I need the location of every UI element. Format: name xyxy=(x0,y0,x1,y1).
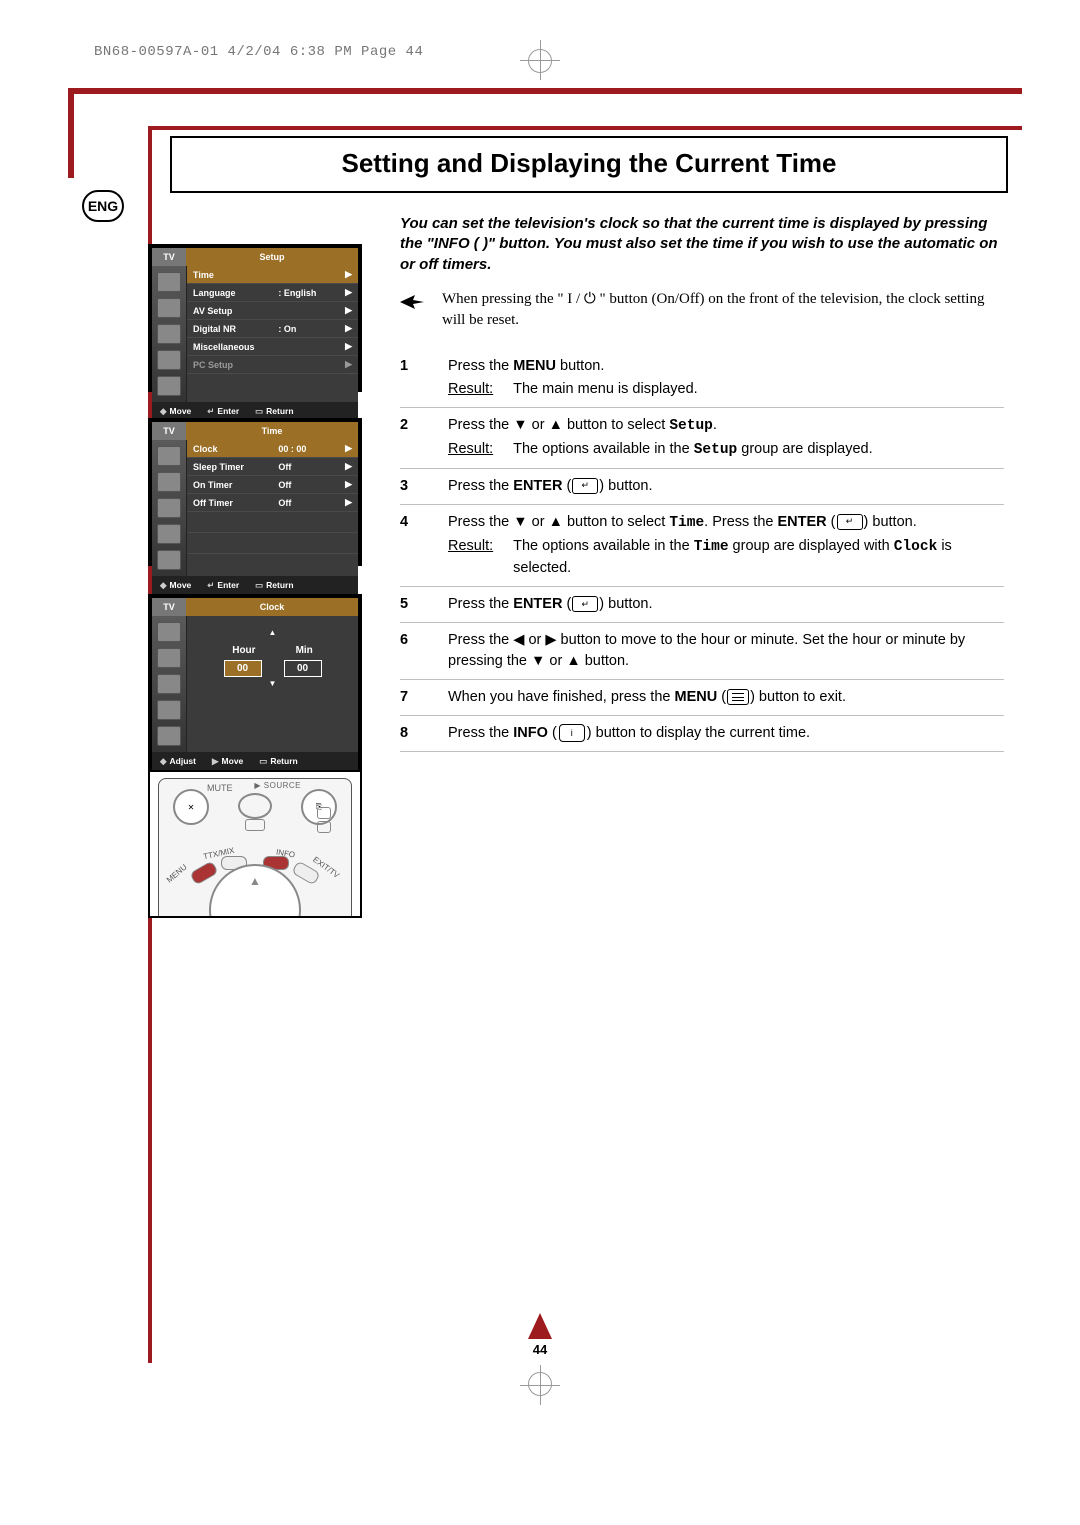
step-row: 5 Press the ENTER (↵) button. xyxy=(400,587,1004,623)
accent-border-left xyxy=(68,88,74,178)
osd-setup-list: Time▶ Language: English▶ AV Setup▶ Digit… xyxy=(187,266,358,402)
accent-inner-top xyxy=(148,126,1022,130)
clock-min-label: Min xyxy=(296,645,313,656)
step-row: 4 Press the ▼ or ▲ button to select Time… xyxy=(400,505,1004,587)
remote-mid-button xyxy=(238,793,272,819)
osd-time-screenshot: TV Time Clock00 : 00▶ Sleep TimerOff▶ On… xyxy=(148,418,362,566)
osd-hint-move: Move xyxy=(160,406,191,417)
clock-hour-value: 00 xyxy=(224,660,262,677)
crop-target-top xyxy=(528,49,552,73)
remote-menu-label: MENU xyxy=(165,862,189,884)
info-icon: i xyxy=(559,724,585,742)
osd-category-icons xyxy=(152,266,187,402)
enter-icon: ↵ xyxy=(837,514,863,530)
osd-tab-tv: TV xyxy=(152,598,186,616)
step-row: 2 Press the ▼ or ▲ button to select Setu… xyxy=(400,408,1004,469)
osd-tab-tv: TV xyxy=(152,422,186,440)
remote-dpad xyxy=(209,864,301,918)
accent-border-top xyxy=(68,88,1022,94)
remote-mute-label: MUTE xyxy=(207,783,233,793)
language-badge: ENG xyxy=(82,190,124,222)
clock-hour-label: Hour xyxy=(232,645,255,656)
page-number: 44 xyxy=(533,1342,547,1357)
osd-hint-move: Move xyxy=(212,756,243,767)
page-continue-arrow-icon xyxy=(528,1313,552,1339)
step-row: 3 Press the ENTER (↵) button. xyxy=(400,469,1004,505)
remote-mute-button: ✕ xyxy=(173,789,209,825)
step-row: 6 Press the ◀ or ▶ button to move to the… xyxy=(400,623,1004,680)
osd-hint-return: Return xyxy=(255,406,293,417)
osd-hint-move: Move xyxy=(160,580,191,591)
remote-illustration: ✕ MUTE ⎘ ▶ SOURCE MENU TTX/MIX INFO EXIT… xyxy=(148,770,362,918)
osd-category-icons xyxy=(152,616,187,752)
osd-hint-adjust: Adjust xyxy=(160,756,196,767)
steps-list: 1 Press the MENU button. Result:The main… xyxy=(400,349,1004,752)
enter-icon: ↵ xyxy=(572,478,598,494)
osd-title: Setup xyxy=(186,248,358,266)
crop-target-bottom xyxy=(528,1372,552,1396)
osd-clock-screenshot: TV Clock ▲ Hour Min 00 00 ▼ Adjust xyxy=(148,594,362,775)
step-row: 8 Press the INFO (i) button to display t… xyxy=(400,716,1004,752)
enter-icon: ↵ xyxy=(572,596,598,612)
step-row: 7 When you have finished, press the MENU… xyxy=(400,680,1004,716)
osd-hint-enter: Enter xyxy=(207,406,239,417)
osd-time-list: Clock00 : 00▶ Sleep TimerOff▶ On TimerOf… xyxy=(187,440,358,576)
osd-title: Time xyxy=(186,422,358,440)
osd-hint-return: Return xyxy=(259,756,297,767)
remote-small-button xyxy=(245,819,265,831)
menu-icon xyxy=(727,689,749,705)
osd-category-icons xyxy=(152,440,187,576)
page-title: Setting and Displaying the Current Time xyxy=(170,136,1008,193)
remote-menu-pill xyxy=(189,860,219,885)
step-row: 1 Press the MENU button. Result:The main… xyxy=(400,349,1004,408)
remote-small-button xyxy=(317,807,331,819)
intro-paragraph: You can set the television's clock so th… xyxy=(400,214,1004,275)
osd-title: Clock xyxy=(186,598,358,616)
osd-hint-enter: Enter xyxy=(207,580,239,591)
osd-tab-tv: TV xyxy=(152,248,186,266)
osd-hint-return: Return xyxy=(255,580,293,591)
print-header: BN68-00597A-01 4/2/04 6:38 PM Page 44 xyxy=(94,44,423,60)
clock-min-value: 00 xyxy=(284,660,322,677)
osd-setup-screenshot: TV Setup Time▶ Language: English▶ AV Set… xyxy=(148,244,362,392)
remote-source-label: ▶ SOURCE xyxy=(254,781,301,790)
remote-small-button xyxy=(317,821,331,833)
note-arrow-icon xyxy=(400,293,424,311)
reset-note: When pressing the " I / ⏻ " button (On/O… xyxy=(400,289,1004,331)
